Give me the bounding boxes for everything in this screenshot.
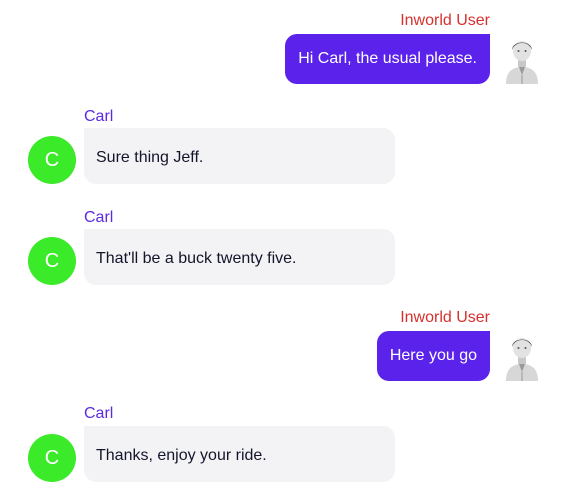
message-bubble-user: Hi Carl, the usual please. [285,34,490,84]
message-bubble-bot: Thanks, enjoy your ride. [84,426,395,482]
sender-name-user: Inworld User [400,12,490,29]
sender-name-bot: Carl [84,108,114,125]
message-bubble-bot: That'll be a buck twenty five. [84,229,395,285]
sender-name-bot: Carl [84,405,114,422]
user-avatar-icon [506,338,538,381]
bot-avatar-icon: C [28,434,76,482]
user-avatar-icon [506,41,538,84]
bot-avatar-icon: C [28,136,76,184]
sender-name-bot: Carl [84,209,114,226]
message-bubble-bot: Sure thing Jeff. [84,128,395,184]
message-bubble-user: Here you go [376,331,490,381]
bot-avatar-icon: C [28,237,76,285]
sender-name-user: Inworld User [400,309,490,326]
